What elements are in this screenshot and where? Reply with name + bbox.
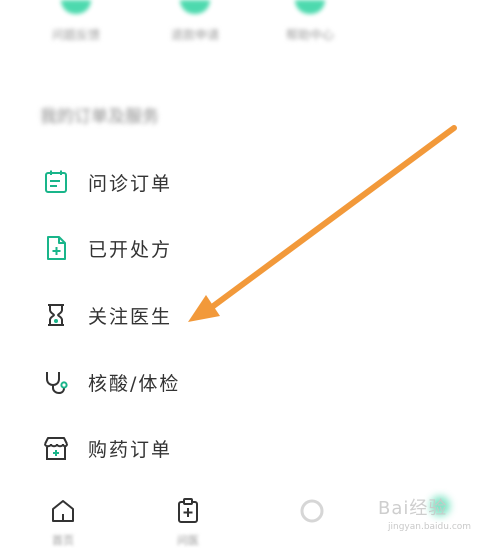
blurred-icon <box>180 0 210 14</box>
tab-label: 首页 <box>52 534 74 547</box>
menu-item-nucleic-checkup[interactable]: 核酸/体检 <box>40 362 340 402</box>
clipboard-plus-icon <box>173 498 203 530</box>
home-icon <box>48 500 78 530</box>
quick-action-label: 问题反馈 <box>51 28 100 42</box>
watermark: Bai经验 <box>378 498 448 519</box>
menu-item-label: 核酸/体检 <box>88 372 181 395</box>
menu-item-label: 购药订单 <box>88 438 173 461</box>
blurred-icon <box>297 499 327 530</box>
blurred-icon <box>61 0 91 14</box>
calendar-list-icon <box>40 166 72 198</box>
quick-action-feedback[interactable]: 问题反馈 <box>36 0 116 43</box>
menu-item-prescriptions[interactable]: 已开处方 <box>40 228 340 268</box>
menu-item-consult-orders[interactable]: 问诊订单 <box>40 162 340 202</box>
section-title: 我的订单及服务 <box>40 107 159 127</box>
quick-action-label: 帮助中心 <box>285 28 334 42</box>
tab-consult[interactable]: 问医 <box>158 496 218 548</box>
tab-third[interactable] <box>282 496 342 532</box>
quick-actions-row: 问题反馈 退款申请 帮助中心 <box>0 0 493 60</box>
menu-item-label: 已开处方 <box>88 238 173 261</box>
tab-label: 问医 <box>177 534 199 547</box>
stethoscope-icon <box>40 366 72 398</box>
pharmacy-store-icon <box>40 432 72 464</box>
menu-item-label: 关注医生 <box>88 305 173 328</box>
hourglass-doctor-icon <box>40 299 72 331</box>
menu-item-label: 问诊订单 <box>88 172 173 195</box>
prescription-plus-icon <box>40 232 72 264</box>
blurred-icon <box>295 0 325 14</box>
tab-home[interactable]: 首页 <box>33 496 93 548</box>
menu-item-pharmacy-orders[interactable]: 购药订单 <box>40 428 340 468</box>
quick-action-help[interactable]: 帮助中心 <box>270 0 350 43</box>
quick-action-refund[interactable]: 退款申请 <box>135 0 255 43</box>
menu-item-followed-doctors[interactable]: 关注医生 <box>40 295 340 335</box>
watermark-url: jingyan.baidu.com <box>388 522 472 532</box>
quick-action-label: 退款申请 <box>170 28 219 42</box>
